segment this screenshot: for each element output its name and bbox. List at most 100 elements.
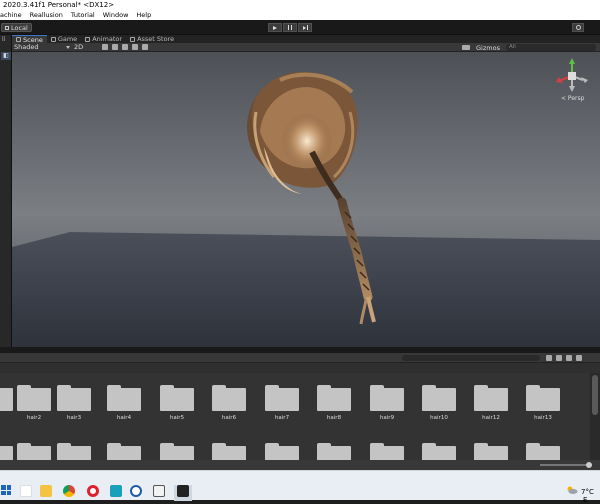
folder-icon <box>57 443 91 460</box>
hierarchy-label: li <box>2 36 6 43</box>
folder-icon <box>317 385 351 411</box>
folder-item[interactable] <box>419 443 459 460</box>
folder-icon <box>474 443 508 460</box>
project-breadcrumb <box>0 363 600 373</box>
windows-taskbar: 7°C E <box>0 470 600 504</box>
menu-item-reallusion[interactable]: Reallusion <box>30 11 63 20</box>
opera-icon[interactable] <box>87 485 99 497</box>
toggle-2d-button[interactable]: 2D <box>74 43 83 52</box>
folder-icon <box>265 443 299 460</box>
unity-hub-icon[interactable] <box>153 485 165 497</box>
folder-item[interactable] <box>367 443 407 460</box>
animator-icon <box>85 36 91 42</box>
play-button[interactable] <box>268 23 282 32</box>
hierarchy-selected-item[interactable]: ◧ <box>1 52 11 60</box>
hierarchy-panel-collapsed: li ◧ <box>0 35 12 347</box>
hair-model[interactable] <box>12 52 600 347</box>
folder-item[interactable]: hair12 <box>471 385 511 421</box>
tab-animator-label: Animator <box>92 35 123 43</box>
menu-item-tutorial[interactable]: Tutorial <box>71 11 95 20</box>
folder-item[interactable] <box>104 443 144 460</box>
folder-icon <box>422 385 456 411</box>
shading-mode-label: Shaded <box>14 43 39 51</box>
gear-icon <box>575 25 581 30</box>
file-explorer-icon[interactable] <box>40 485 52 497</box>
scrollbar-thumb[interactable] <box>592 375 598 415</box>
hidden-objects-icon[interactable] <box>132 44 138 50</box>
menu-item-machine[interactable]: achine <box>0 11 22 20</box>
folder-item[interactable]: hair7 <box>262 385 302 421</box>
scene-tab-bar: Scene Game Animator Asset Store <box>12 35 600 44</box>
system-tray-temperature[interactable]: 7°C E <box>581 488 600 504</box>
unity-icon[interactable] <box>177 485 189 497</box>
folder-item[interactable] <box>314 443 354 460</box>
folder-item[interactable] <box>523 443 563 460</box>
icon-size-slider-handle[interactable] <box>586 462 592 468</box>
app-m-icon[interactable] <box>110 485 122 497</box>
scene-view-toggles <box>102 44 148 50</box>
folder-icon <box>0 443 13 460</box>
folder-icon <box>0 385 13 411</box>
folder-item[interactable]: hair4 <box>104 385 144 421</box>
folder-item[interactable] <box>471 443 511 460</box>
eye-icon[interactable] <box>566 355 572 361</box>
folder-name: hair8 <box>326 415 342 421</box>
folder-icon <box>526 385 560 411</box>
camera-icon[interactable] <box>462 45 470 50</box>
folder-name: hair13 <box>534 415 552 421</box>
folder-item[interactable]: hair6 <box>209 385 249 421</box>
search-by-type-icon[interactable] <box>546 355 552 361</box>
icon-size-slider[interactable] <box>540 464 592 466</box>
main-toolbar: Local <box>0 20 600 35</box>
tab-animator[interactable]: Animator <box>81 35 126 43</box>
folder-item[interactable]: hair10 <box>419 385 459 421</box>
folder-item[interactable]: hair9 <box>367 385 407 421</box>
asset-grid-scrollbar[interactable] <box>590 373 600 460</box>
folder-item[interactable]: hair5 <box>157 385 197 421</box>
tab-game[interactable]: Game <box>47 35 81 43</box>
folder-item[interactable] <box>262 443 302 460</box>
star-icon[interactable] <box>576 355 582 361</box>
folder-item[interactable]: hair2 <box>14 385 54 421</box>
project-search-input[interactable] <box>402 355 540 361</box>
shading-mode-dropdown[interactable]: Shaded <box>14 43 70 52</box>
folder-name: hair10 <box>430 415 448 421</box>
settings-button[interactable] <box>572 23 584 32</box>
scene-grid-icon[interactable] <box>142 44 148 50</box>
folder-item[interactable] <box>209 443 249 460</box>
step-button[interactable] <box>298 23 312 32</box>
folder-item[interactable]: hair13 <box>523 385 563 421</box>
scene-search-input[interactable]: All <box>505 44 596 51</box>
start-icon[interactable] <box>1 485 11 495</box>
search-by-label-icon[interactable] <box>556 355 562 361</box>
audio-toggle-icon[interactable] <box>112 44 118 50</box>
folder-icon <box>370 385 404 411</box>
weather-icon[interactable] <box>566 485 578 495</box>
gizmos-dropdown[interactable]: Gizmos <box>476 44 500 52</box>
menu-item-window[interactable]: Window <box>103 11 129 20</box>
tab-asset-store[interactable]: Asset Store <box>126 35 178 43</box>
folder-name: hair7 <box>274 415 290 421</box>
scene-viewport[interactable]: < Persp <box>12 52 600 347</box>
chrome-icon[interactable] <box>63 485 75 497</box>
folder-item[interactable]: hair3 <box>54 385 94 421</box>
effects-toggle-icon[interactable] <box>122 44 128 50</box>
tab-game-label: Game <box>57 35 78 43</box>
folder-name: hair2 <box>26 415 42 421</box>
app-window-icon[interactable] <box>20 485 32 497</box>
folder-item[interactable] <box>14 443 54 460</box>
lighting-toggle-icon[interactable] <box>102 44 108 50</box>
pivot-local-button[interactable]: Local <box>1 23 32 32</box>
pause-button[interactable] <box>283 23 297 32</box>
app-c-icon[interactable] <box>130 485 142 497</box>
tab-scene[interactable]: Scene <box>12 35 47 44</box>
project-toolbar-icons <box>546 355 582 361</box>
folder-icon <box>526 443 560 460</box>
folder-icon <box>474 385 508 411</box>
folder-item[interactable] <box>54 443 94 460</box>
folder-item[interactable]: hair8 <box>314 385 354 421</box>
folder-item[interactable] <box>157 443 197 460</box>
projection-label[interactable]: < Persp <box>561 95 584 102</box>
menu-item-help[interactable]: Help <box>136 11 151 20</box>
scene-icon <box>16 37 21 42</box>
